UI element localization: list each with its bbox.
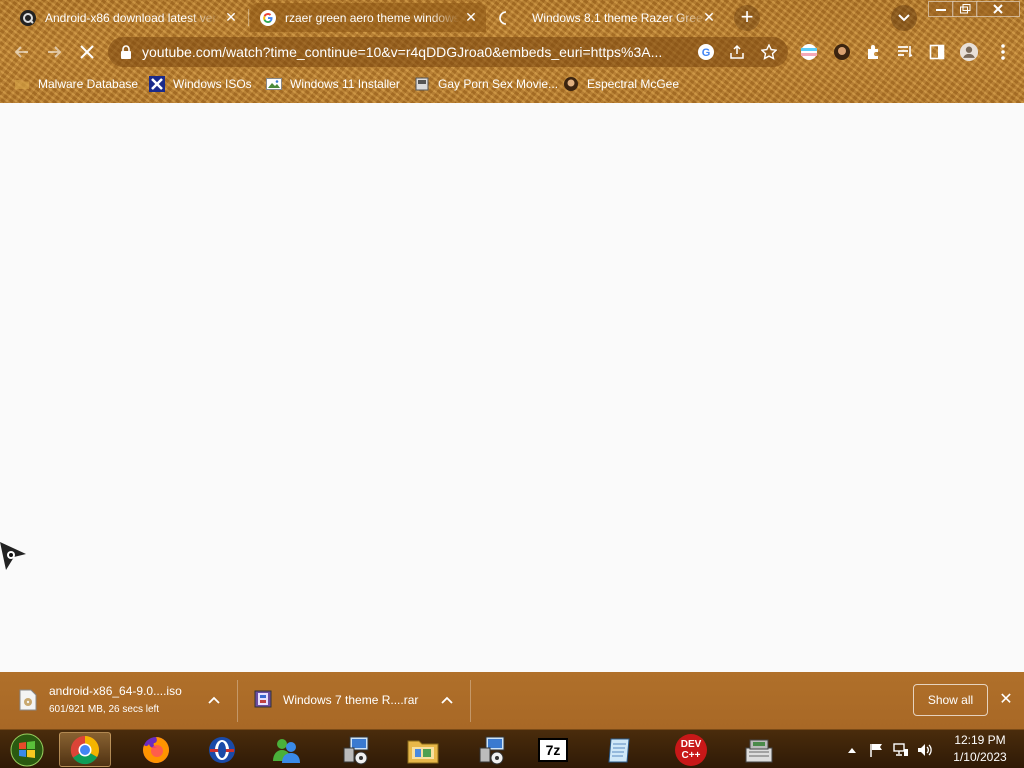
- windows-start-orb-icon: [10, 733, 44, 766]
- bookmark-windows-isos[interactable]: Windows ISOs: [149, 75, 252, 93]
- tab-title: rzaer green aero theme windows 7: [285, 10, 459, 25]
- firefox-icon: [143, 736, 169, 763]
- forward-button[interactable]: [43, 41, 65, 63]
- side-panel-icon[interactable]: [927, 42, 947, 62]
- url-text: youtube.com/watch?time_continue=10&v=r4q…: [142, 44, 663, 60]
- bookmark-star-icon[interactable]: [760, 43, 778, 61]
- x-logo-icon: [149, 76, 165, 92]
- back-button[interactable]: [11, 41, 33, 63]
- taskbar-messenger[interactable]: [263, 732, 309, 767]
- bookmark-label: Espectral McGee: [587, 77, 680, 91]
- taskbar-chrome[interactable]: [59, 732, 111, 767]
- show-all-downloads-button[interactable]: Show all: [913, 684, 988, 716]
- cash-register-icon: [745, 739, 773, 762]
- share-icon[interactable]: [728, 43, 746, 61]
- page-content[interactable]: [0, 103, 1024, 672]
- tab-separator: [248, 9, 249, 26]
- avatar-favicon-icon: [564, 77, 578, 91]
- bookmark-label: Windows ISOs: [173, 77, 252, 91]
- eye-cursor-icon: [0, 542, 26, 570]
- stop-loading-button[interactable]: [76, 41, 98, 63]
- taskbar-7zip[interactable]: 7z: [530, 732, 576, 767]
- extension-avatar-icon[interactable]: [832, 42, 852, 62]
- close-icon: [80, 45, 94, 59]
- tab-search-button[interactable]: [891, 5, 917, 31]
- system-clock[interactable]: 12:19 PM 1/10/2023: [940, 732, 1020, 766]
- clock-date: 1/10/2023: [953, 750, 1007, 764]
- bookmark-label: Malware Database: [38, 77, 139, 91]
- taskbar-network-setup[interactable]: [333, 732, 379, 767]
- bookmark-espectral-mcgee[interactable]: Espectral McGee: [563, 75, 679, 93]
- android-x86-site-icon: [20, 9, 36, 26]
- svg-text:G: G: [702, 47, 711, 59]
- taskbar-cash-register[interactable]: [736, 732, 782, 767]
- notepad-icon: [608, 738, 630, 762]
- profile-avatar-icon[interactable]: [959, 42, 979, 62]
- chrome-icon: [70, 735, 99, 764]
- computer-setup-icon: [343, 736, 369, 764]
- site-favicon-icon: [415, 77, 429, 91]
- taskbar-firefox[interactable]: [133, 732, 179, 767]
- tab-title: Windows 8.1 theme Razer Green: [532, 10, 706, 25]
- network-icon[interactable]: [891, 730, 911, 768]
- folder-icon: [407, 740, 439, 763]
- taskbar: 7z DEV C++ 12:19 PM 1/10/2023: [0, 729, 1024, 768]
- tab-windows-8-theme[interactable]: Windows 8.1 theme Razer Green ✕: [488, 3, 724, 32]
- taskbar-opera[interactable]: [199, 732, 245, 767]
- close-icon[interactable]: ✕: [702, 10, 716, 24]
- taskbar-dev-cpp[interactable]: DEV C++: [666, 732, 716, 767]
- computer-setup-icon: [479, 736, 505, 764]
- action-center-flag-icon[interactable]: [866, 730, 886, 768]
- google-lens-icon[interactable]: G: [697, 43, 715, 61]
- tab-rzaer-green-search[interactable]: rzaer green aero theme windows 7 ✕: [250, 3, 486, 32]
- taskbar-notepad[interactable]: [597, 732, 643, 767]
- dev-cpp-label: DEV: [680, 738, 702, 750]
- google-icon: [260, 9, 276, 26]
- bookmark-windows-11-installer[interactable]: Windows 11 Installer: [266, 75, 400, 93]
- chevron-down-icon: [898, 14, 910, 22]
- tab-android-x86[interactable]: Android-x86 download latest vers ✕: [10, 3, 246, 32]
- restore-button[interactable]: [952, 1, 978, 17]
- dev-cpp-icon: DEV C++: [675, 733, 707, 766]
- opera-icon: [209, 736, 235, 763]
- minimize-button[interactable]: [928, 1, 954, 17]
- close-icon[interactable]: ✕: [224, 10, 238, 24]
- volume-icon[interactable]: [915, 730, 935, 768]
- image-icon: [266, 78, 282, 90]
- arrow-right-icon: [48, 46, 62, 58]
- taskbar-file-explorer[interactable]: [400, 732, 446, 767]
- bookmark-malware-database[interactable]: Malware Database: [14, 75, 138, 93]
- loading-spinner-icon: [498, 10, 514, 26]
- address-bar[interactable]: youtube.com/watch?time_continue=10&v=r4q…: [108, 37, 788, 67]
- reading-list-icon[interactable]: [895, 42, 915, 62]
- lock-icon: [120, 45, 132, 64]
- close-download-shelf-button[interactable]: ✕: [998, 692, 1014, 708]
- bookmark-label: Windows 11 Installer: [290, 77, 400, 91]
- show-hidden-icons-button[interactable]: [844, 730, 860, 768]
- new-tab-button[interactable]: +: [734, 5, 760, 31]
- arrow-left-icon: [14, 46, 28, 58]
- dev-cpp-sublabel: C++: [681, 749, 701, 761]
- messenger-buddies-icon: [273, 738, 300, 763]
- bookmark-label: Gay Porn Sex Movie...: [438, 77, 559, 91]
- start-button[interactable]: [4, 732, 50, 767]
- more-menu-icon[interactable]: [993, 42, 1013, 62]
- taskbar-network-setup-2[interactable]: [469, 732, 515, 767]
- folder-icon: [15, 80, 29, 89]
- chevron-up-icon: [848, 747, 856, 753]
- window-close-button[interactable]: [976, 1, 1020, 17]
- seven-zip-icon: 7z: [538, 737, 568, 762]
- bookmark-site[interactable]: Gay Porn Sex Movie...: [414, 75, 558, 93]
- extensions-puzzle-icon[interactable]: [863, 42, 883, 62]
- clock-time: 12:19 PM: [954, 733, 1006, 747]
- extension-flag-icon[interactable]: [799, 42, 819, 62]
- tab-title: Android-x86 download latest vers: [45, 10, 219, 25]
- close-icon[interactable]: ✕: [464, 10, 478, 24]
